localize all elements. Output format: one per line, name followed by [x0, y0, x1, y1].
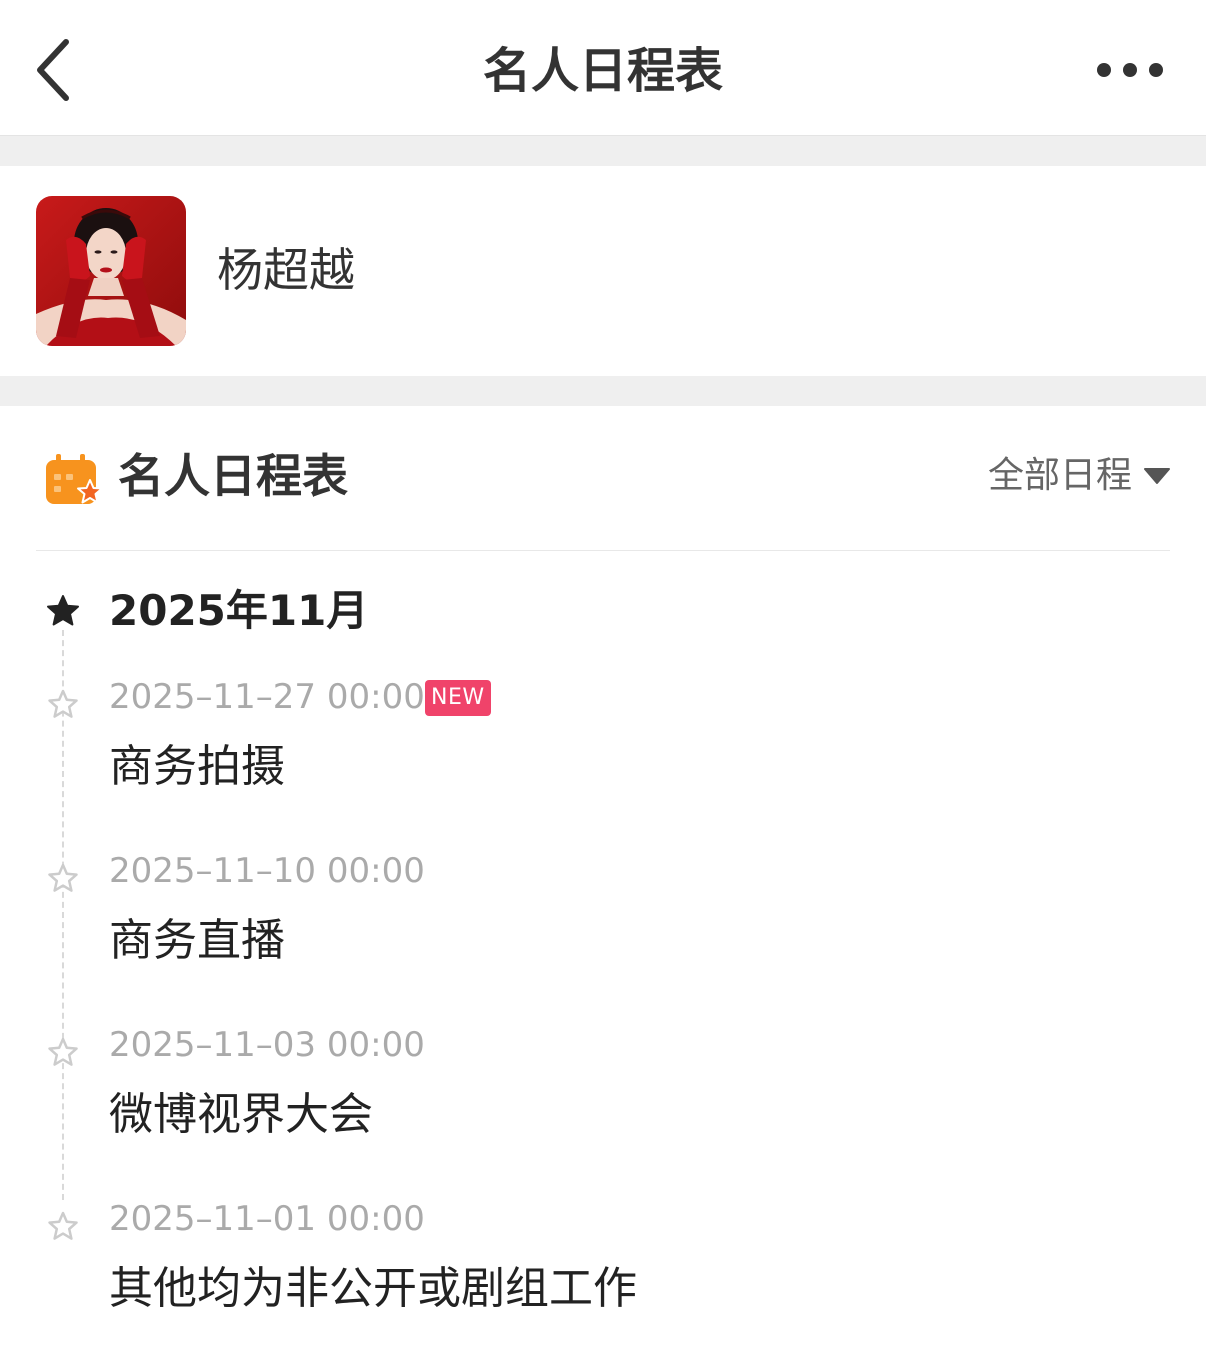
top-nav-bar: 名人日程表: [0, 0, 1206, 136]
schedule-event[interactable]: 2025–11–10 00:00 商务直播: [0, 848, 1206, 1008]
outline-star-icon: [48, 1211, 78, 1240]
caret-down-icon: [1144, 468, 1170, 484]
schedule-title: 名人日程表: [118, 449, 348, 503]
schedule-event[interactable]: 2025–11–03 00:00 微博视界大会: [0, 1022, 1206, 1182]
outline-star-icon: [48, 1037, 78, 1066]
event-time: 2025–11–27 00:00: [109, 677, 425, 717]
event-time: 2025–11–03 00:00: [109, 1025, 425, 1065]
event-time: 2025–11–01 00:00: [109, 1199, 425, 1239]
filled-star-icon: [47, 595, 79, 626]
section-divider: [0, 136, 1206, 166]
event-title: 其他均为非公开或剧组工作: [109, 1263, 637, 1314]
more-horizontal-icon: [1097, 63, 1163, 77]
section-divider: [0, 376, 1206, 406]
schedule-event[interactable]: 2025–11–01 00:00 其他均为非公开或剧组工作: [0, 1196, 1206, 1356]
outline-star-icon: [48, 689, 78, 718]
filter-label: 全部日程: [987, 455, 1132, 496]
page-title: 名人日程表: [482, 43, 723, 99]
new-badge: NEW: [425, 680, 491, 716]
schedule-header: 名人日程表 全部日程: [36, 406, 1170, 551]
schedule-event[interactable]: 2025–11–27 00:00 NEW 商务拍摄: [0, 674, 1206, 834]
event-title: 商务直播: [109, 915, 285, 966]
calendar-star-icon: [46, 454, 103, 504]
event-title: 商务拍摄: [109, 741, 285, 792]
celebrity-name: 杨超越: [217, 243, 355, 297]
event-time: 2025–11–10 00:00: [109, 851, 425, 891]
month-heading: 2025年11月: [109, 586, 369, 635]
schedule-filter-dropdown[interactable]: 全部日程: [988, 450, 1170, 502]
outline-star-icon: [48, 863, 78, 892]
more-options-button[interactable]: [1090, 50, 1174, 90]
event-title: 微博视界大会: [109, 1089, 373, 1140]
celebrity-profile-row[interactable]: 杨超越: [0, 166, 1206, 376]
avatar[interactable]: [36, 196, 186, 346]
